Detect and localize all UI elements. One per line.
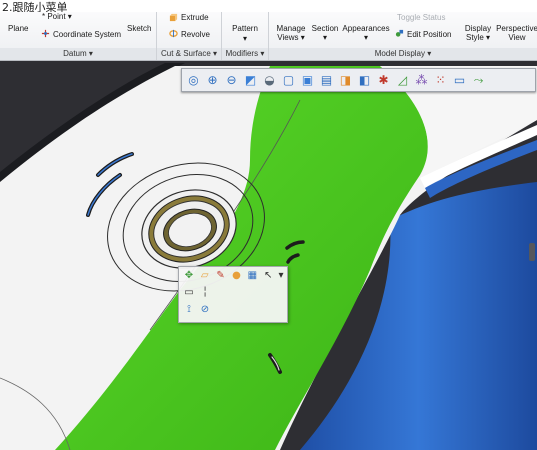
zoom-in-icon[interactable]: ⊕	[204, 72, 221, 89]
select-filter-dropdown-arrow[interactable]: ▾	[277, 269, 285, 283]
modifiers-group: Pattern ▾ Modifiers ▾	[222, 12, 269, 60]
appearance-icon[interactable]: ●	[230, 269, 244, 283]
cut-surface-group-label[interactable]: Cut & Surface ▾	[157, 48, 221, 60]
open-folder-icon[interactable]: ▱	[198, 269, 212, 283]
modifiers-group-label[interactable]: Modifiers ▾	[222, 48, 268, 60]
saved-orientations-icon[interactable]: ▢	[280, 72, 297, 89]
section-button[interactable]: Section ▾	[309, 24, 341, 42]
select-filter-icon[interactable]: ↖	[261, 269, 275, 283]
sketch-icon[interactable]: ▭	[451, 72, 468, 89]
sketch-icon[interactable]: ✥	[182, 269, 196, 283]
tangent-edges-icon[interactable]: ⤳	[470, 72, 487, 89]
revolve-button[interactable]: Revolve	[181, 30, 210, 39]
edit-position-icon	[395, 29, 404, 37]
appearances-button[interactable]: Appearances ▾	[342, 24, 390, 42]
edit-position-button[interactable]: Edit Position	[407, 30, 451, 39]
display-style-button[interactable]: Display Style ▾	[461, 24, 495, 42]
coordinate-system-icon	[41, 29, 50, 38]
cut-surface-group: Extrude Revolve Cut & Surface ▾	[157, 12, 222, 60]
manage-views-button[interactable]: Manage Views ▾	[274, 24, 308, 42]
pattern-dropdown-arrow[interactable]: ▾	[222, 34, 268, 43]
viewport-edge-handle[interactable]	[529, 243, 535, 261]
datum-display-icon[interactable]: ✱	[375, 72, 392, 89]
annotation-display-icon[interactable]: ◧	[356, 72, 373, 89]
mini-toolbar-row-2: ▭ ╎	[179, 284, 287, 301]
revolve-icon	[169, 29, 178, 38]
model-display-group: Manage Views ▾ Section ▾ Appearances ▾ T…	[269, 12, 537, 60]
table-icon[interactable]: ▦	[245, 269, 259, 283]
datum-group: Plane * Point ▾ Coordinate System Sketch…	[0, 12, 157, 60]
zoom-out-icon[interactable]: ⊖	[223, 72, 240, 89]
measure-icon[interactable]: ⟟	[182, 303, 196, 317]
model-display-group-label[interactable]: Model Display ▾	[269, 48, 537, 60]
coordinate-system-button[interactable]: Coordinate System	[53, 30, 121, 39]
point-button[interactable]: * Point ▾	[42, 12, 72, 21]
mini-toolbar-row-3: ⟟ ⊘	[179, 301, 287, 318]
spin-center-icon[interactable]: ◿	[394, 72, 411, 89]
ribbon-toolbar: Plane * Point ▾ Coordinate System Sketch…	[0, 12, 537, 61]
datum-points-icon[interactable]: ⁂	[413, 72, 430, 89]
model-3d[interactable]	[0, 61, 537, 450]
sketch-button[interactable]: Sketch	[127, 24, 151, 33]
rectangle-icon[interactable]: ▭	[182, 286, 196, 300]
extrude-button[interactable]: Extrude	[181, 13, 209, 22]
mini-toolbar-row-1: ✥ ▱ ✎ ● ▦ ↖ ▾	[179, 267, 287, 284]
refit-icon[interactable]: ◎	[185, 72, 202, 89]
dashed-line-icon[interactable]: ╎	[198, 286, 212, 300]
graphics-viewport[interactable]: ◎ ⊕ ⊖ ◩ ◒ ▢ ▣ ▤ ◨ ◧ ✱ ◿ ⁂ ⁙ ▭ ⤳ ✥ ▱ ✎ ● ▦ ↖ ▾ ▭ ╎ ⟟ ⊘	[0, 61, 537, 450]
csys-display-icon[interactable]: ⁙	[432, 72, 449, 89]
toggle-status-button[interactable]: Toggle Status	[397, 13, 445, 22]
section-icon[interactable]: ◨	[337, 72, 354, 89]
view-toolbar: ◎ ⊕ ⊖ ◩ ◒ ▢ ▣ ▤ ◨ ◧ ✱ ◿ ⁂ ⁙ ▭ ⤳	[181, 68, 536, 92]
perspective-view-button[interactable]: Perspective View	[495, 24, 537, 42]
hide-icon[interactable]: ⊘	[198, 303, 212, 317]
color-brush-icon[interactable]: ✎	[214, 269, 228, 283]
mini-toolbar: ✥ ▱ ✎ ● ▦ ↖ ▾ ▭ ╎ ⟟ ⊘	[178, 266, 288, 323]
datum-group-label[interactable]: Datum ▾	[0, 48, 156, 60]
view-manager-icon[interactable]: ▣	[299, 72, 316, 89]
pattern-button[interactable]: Pattern	[222, 24, 268, 33]
extrude-icon	[169, 13, 178, 22]
repaint-icon[interactable]: ◩	[242, 72, 259, 89]
perspective-icon[interactable]: ▤	[318, 72, 335, 89]
display-style-icon[interactable]: ◒	[261, 72, 278, 89]
plane-button[interactable]: Plane	[8, 24, 28, 33]
